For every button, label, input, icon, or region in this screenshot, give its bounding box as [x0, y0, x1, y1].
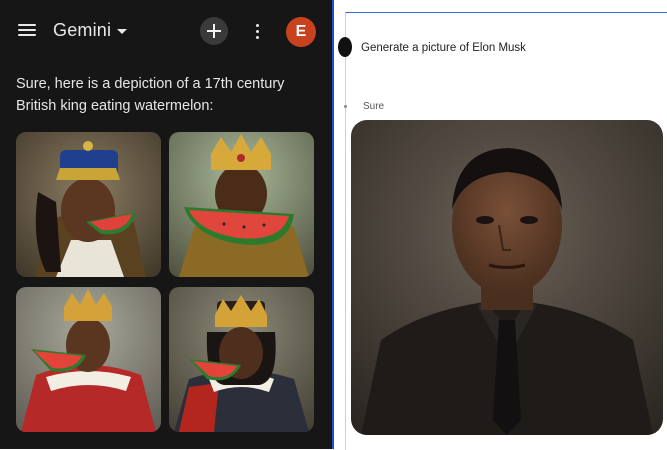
king-portrait-2	[169, 132, 314, 277]
menu-icon[interactable]	[18, 22, 38, 38]
king-portrait-4	[169, 287, 314, 432]
assistant-response-text: Sure, here is a depiction of a 17th cent…	[16, 76, 285, 114]
bullet-dot	[344, 105, 347, 108]
model-selector[interactable]: Gemini	[53, 20, 128, 41]
generated-image-4[interactable]	[169, 287, 314, 432]
more-vert-icon[interactable]	[250, 21, 264, 43]
generated-portrait-image[interactable]	[351, 120, 663, 435]
gemini-app-panel: Gemini E Sure, here is a depiction of a …	[0, 0, 334, 449]
generated-image-2[interactable]	[169, 132, 314, 277]
user-prompt: Generate a picture of Elon Musk	[361, 42, 526, 54]
chat-panel: Generate a picture of Elon Musk Sure	[338, 12, 667, 450]
king-portrait-3	[16, 287, 161, 432]
portrait-illustration	[351, 120, 663, 435]
app-title: Gemini	[53, 20, 112, 40]
account-avatar[interactable]: E	[286, 17, 316, 47]
king-portrait-1	[16, 132, 161, 277]
new-chat-button[interactable]	[200, 17, 228, 45]
generated-image-1[interactable]	[16, 132, 161, 277]
assistant-reply-label: Sure	[363, 101, 385, 112]
generated-image-3[interactable]	[16, 287, 161, 432]
user-avatar	[338, 37, 352, 57]
top-app-bar: Gemini E	[0, 12, 334, 52]
chevron-down-icon	[117, 28, 128, 34]
